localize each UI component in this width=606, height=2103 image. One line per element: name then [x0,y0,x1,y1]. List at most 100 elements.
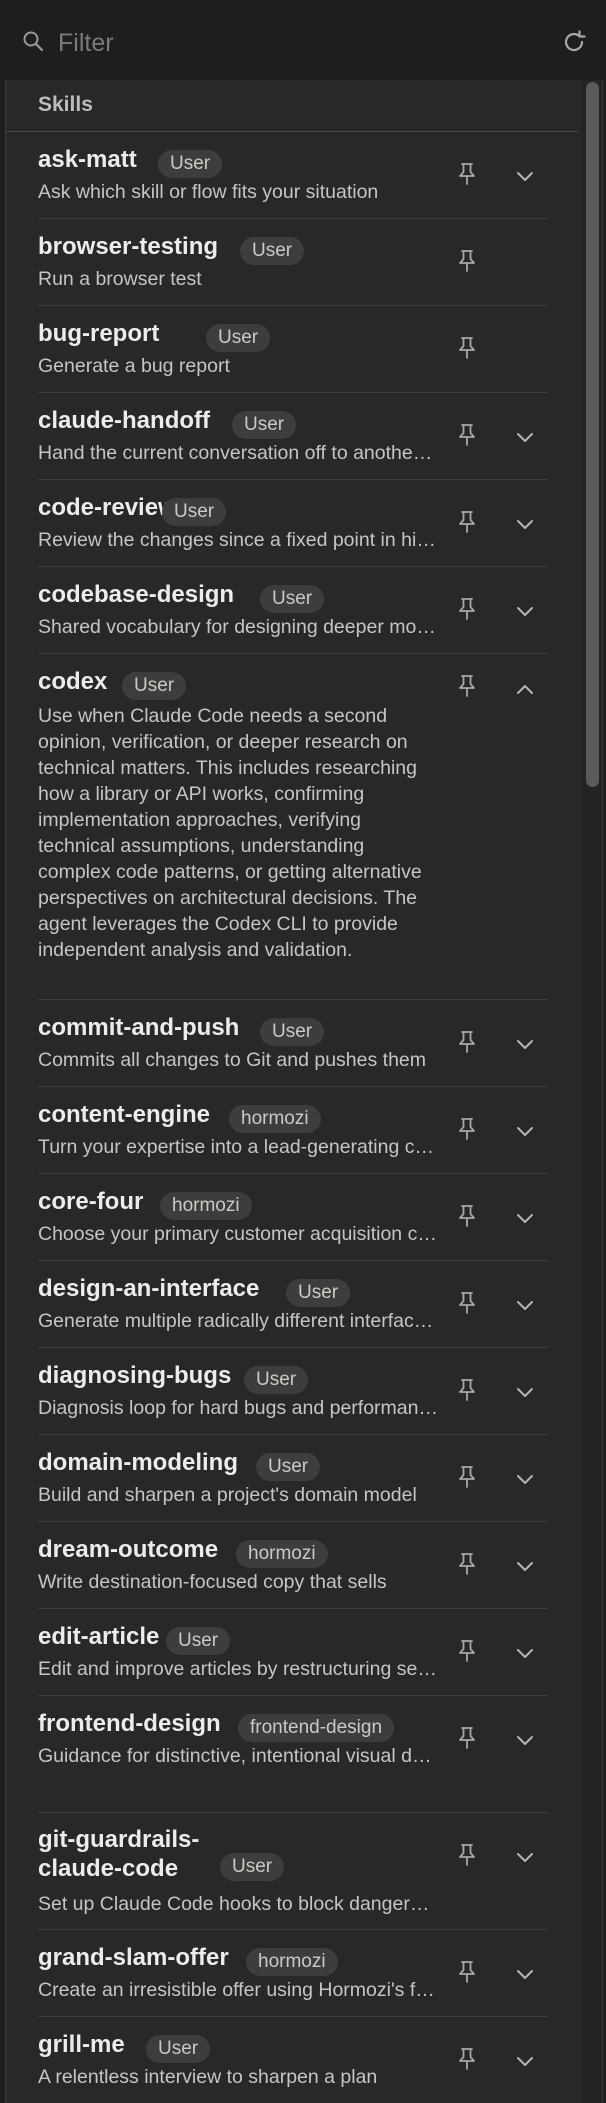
chevron-down-icon[interactable] [515,1125,535,1139]
skill-source-badge: hormozi [229,1105,321,1133]
chevron-down-icon[interactable] [515,1386,535,1400]
chevron-down-icon[interactable] [515,431,535,445]
skill-row-domain-modeling[interactable]: domain-modeling User Build and sharpen a p… [38,1435,548,1522]
skill-row-grill-me[interactable]: grill-me User A relentless interview to sh… [38,2017,548,2103]
skill-description: Commits all changes to Git and pushes th… [38,1049,427,1071]
skill-source-badge: User [122,672,187,700]
skill-source-badge: hormozi [236,1540,328,1568]
skill-source-badge: User [166,1627,231,1655]
skill-description: Review the changes since a fixed point i… [38,529,438,551]
pin-icon[interactable] [457,1726,477,1750]
chevron-down-icon[interactable] [515,1299,535,1313]
chevron-down-icon[interactable] [515,605,535,619]
skill-description: Build and sharpen a project's domain mod… [38,1484,417,1506]
chevron-down-icon[interactable] [515,170,535,184]
skill-description: Set up Claude Code hooks to block danger… [38,1893,438,1915]
skill-source-badge: User [256,1453,321,1481]
skill-source-badge: User [220,1853,285,1881]
pin-icon[interactable] [457,1465,477,1489]
skill-name: bug-report [38,320,160,347]
pin-icon[interactable] [457,597,477,621]
skill-description: A relentless interview to sharpen a plan [38,2066,378,2088]
pin-icon[interactable] [457,1291,477,1315]
skill-row-diagnosing-bugs[interactable]: diagnosing-bugs User Diagnosis loop for ha… [38,1348,548,1435]
chevron-down-icon[interactable] [515,1851,535,1865]
skill-source-badge: User [286,1279,351,1307]
pin-icon[interactable] [457,510,477,534]
skill-row-grand-slam-offer[interactable]: grand-slam-offer hormozi Create an irresis… [38,1930,548,2017]
skill-source-badge: User [146,2035,211,2063]
pin-icon[interactable] [457,1960,477,1984]
skill-source-badge: User [260,1018,325,1046]
skill-row-frontend-design[interactable]: frontend-design frontend-design Guidance f… [38,1696,548,1813]
pin-icon[interactable] [457,423,477,447]
skill-name: browser-testing [38,233,219,260]
skill-row-design-an-interface[interactable]: design-an-interface User Generate multiple… [38,1261,548,1348]
chevron-down-icon[interactable] [515,1038,535,1052]
skill-name: code-review [38,494,177,521]
skill-row-code-review[interactable]: code-review User Review the changes since … [38,480,548,567]
skill-row-core-four[interactable]: core-four hormozi Choose your primary cust… [38,1174,548,1261]
skill-description: Hand the current conversation off to ano… [38,442,438,464]
chevron-down-icon[interactable] [515,1647,535,1661]
skill-description: Edit and improve articles by restructuri… [38,1658,438,1680]
pin-icon[interactable] [457,1843,477,1867]
skill-source-badge: User [232,411,297,439]
skill-name: frontend-design [38,1710,221,1737]
scrollbar[interactable] [582,80,602,2103]
refresh-icon[interactable] [560,28,588,61]
skill-row-dream-outcome[interactable]: dream-outcome hormozi Write destination-fo… [38,1522,548,1609]
skill-name: codebase-design [38,581,235,608]
skill-row-bug-report[interactable]: bug-report User Generate a bug report [38,306,548,393]
filter-input[interactable] [56,22,540,64]
pin-icon[interactable] [457,1378,477,1402]
pin-icon[interactable] [457,1117,477,1141]
skill-row-ask-matt[interactable]: ask-matt User Ask which skill or flow fits… [38,132,548,219]
skill-name: domain-modeling [38,1449,238,1476]
pin-icon[interactable] [457,162,477,186]
skills-panel: Skills ask-matt User Ask which skill or fl… [5,80,603,2103]
section-title: Skills [38,93,93,116]
pin-icon[interactable] [457,1552,477,1576]
skill-description: Shared vocabulary for designing deeper m… [38,616,438,638]
skill-description: Turn your expertise into a lead-generati… [38,1136,438,1158]
scrollbar-thumb[interactable] [586,82,599,787]
skill-description: Create an irresistible offer using Hormo… [38,1979,438,2001]
skill-source-badge: User [260,585,325,613]
skill-description: Guidance for distinctive, intentional vi… [38,1745,438,1767]
skill-row-commit-and-push[interactable]: commit-and-push User Commits all changes t… [38,1000,548,1087]
filter-bar [0,0,606,80]
skill-description: Write destination-focused copy that sell… [38,1571,387,1593]
pin-icon[interactable] [457,1030,477,1054]
skill-row-claude-handoff[interactable]: claude-handoff User Hand the current conve… [38,393,548,480]
chevron-down-icon[interactable] [515,1212,535,1226]
skill-row-browser-testing[interactable]: browser-testing User Run a browser test [38,219,548,306]
skill-row-codex[interactable]: codex User Use when Claude Code needs a se… [38,654,548,1000]
skill-row-codebase-design[interactable]: codebase-design User Shared vocabulary for… [38,567,548,654]
skill-source-badge: User [162,498,227,526]
skill-row-git-guardrails-claude-code[interactable]: git-guardrails-claude-code User Set up Cla… [38,1813,548,1930]
skill-name: dream-outcome [38,1536,219,1563]
skill-name: core-four [38,1188,144,1215]
chevron-up-icon[interactable] [515,682,535,696]
pin-icon[interactable] [457,674,477,698]
pin-icon[interactable] [457,336,477,360]
pin-icon[interactable] [457,1639,477,1663]
pin-icon[interactable] [457,1204,477,1228]
chevron-down-icon[interactable] [515,1968,535,1982]
skill-source-badge: User [240,237,305,265]
chevron-down-icon[interactable] [515,518,535,532]
skill-row-content-engine[interactable]: content-engine hormozi Turn your expertise… [38,1087,548,1174]
skill-description: Generate multiple radically different in… [38,1310,438,1332]
skill-row-edit-article[interactable]: edit-article User Edit and improve article… [38,1609,548,1696]
chevron-down-icon[interactable] [515,1560,535,1574]
pin-icon[interactable] [457,249,477,273]
skill-name: grand-slam-offer [38,1944,229,1971]
skills-list: ask-matt User Ask which skill or flow fits… [6,132,578,2103]
pin-icon[interactable] [457,2047,477,2071]
chevron-down-icon[interactable] [515,2055,535,2069]
skill-source-badge: User [206,324,271,352]
chevron-down-icon[interactable] [515,1734,535,1748]
skill-source-badge: User [244,1366,309,1394]
chevron-down-icon[interactable] [515,1473,535,1487]
